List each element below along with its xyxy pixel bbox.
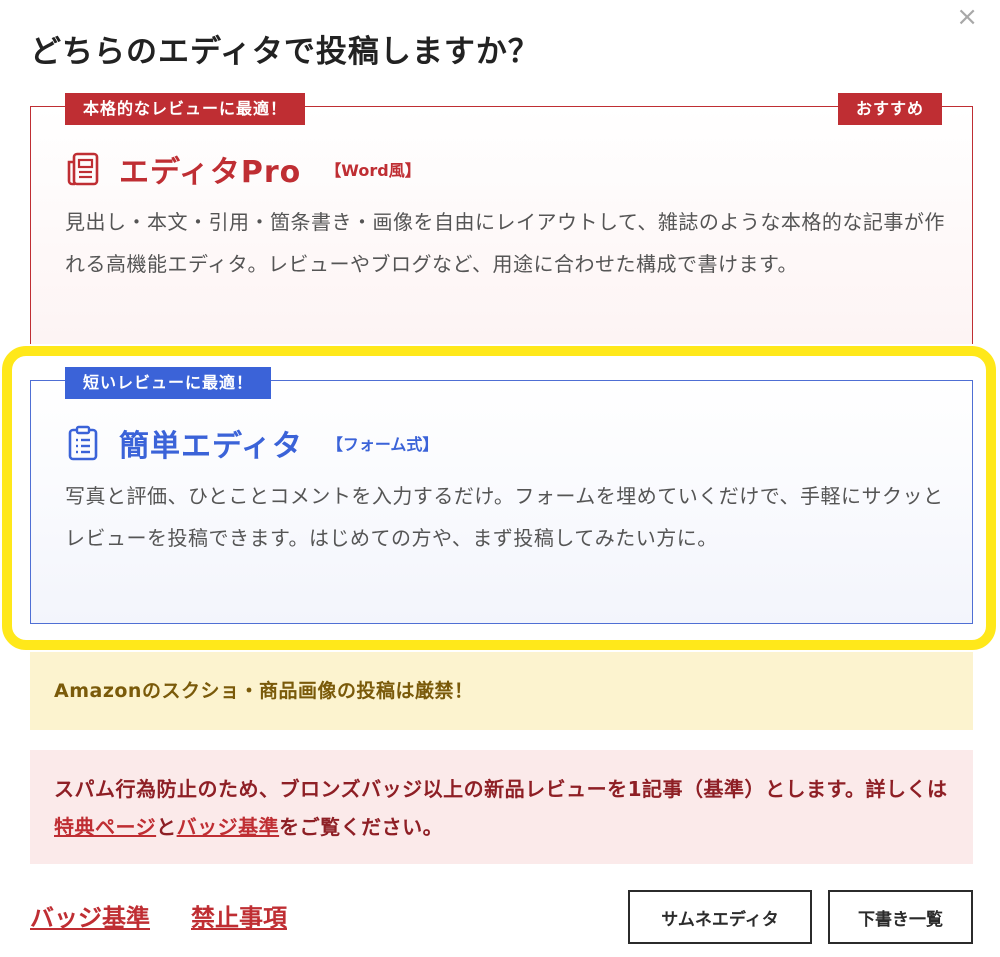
editor-pro-kind: 【Word風】 — [325, 161, 421, 180]
document-icon — [67, 152, 99, 186]
benefits-page-link[interactable]: 特典ページ — [54, 815, 156, 839]
drafts-list-button[interactable]: 下書き一覧 — [828, 890, 973, 944]
badge-criteria-link[interactable]: バッジ基準 — [30, 898, 150, 933]
spam-notice-suffix: をご覧ください。 — [279, 815, 444, 839]
badge-criteria-inline-link[interactable]: バッジ基準 — [177, 815, 280, 839]
thumbnail-editor-button[interactable]: サムネエディタ — [628, 890, 812, 944]
selection-highlight — [2, 346, 996, 650]
spam-prevention-notice: スパム行為防止のため、ブロンズバッジ以上の新品レビューを1記事（基準）とします。… — [30, 750, 973, 864]
editor-pro-option[interactable]: 本格的なレビューに最適！ おすすめ エディタPro 【Word風】 見出し・本文… — [30, 93, 973, 344]
recommended-badge: おすすめ — [837, 93, 942, 125]
spam-notice-text: スパム行為防止のため、ブロンズバッジ以上の新品レビューを1記事（基準）とします。… — [54, 777, 948, 801]
editor-pro-header: エディタPro 【Word風】 — [65, 147, 421, 191]
editor-pro-description: 見出し・本文・引用・箇条書き・画像を自由にレイアウトして、雑誌のような本格的な記… — [65, 210, 945, 276]
best-for-full-reviews-badge: 本格的なレビューに最適！ — [65, 93, 306, 125]
close-button[interactable]: × — [956, 4, 978, 30]
editor-pro-name: エディタPro — [119, 155, 302, 190]
prohibited-items-link[interactable]: 禁止事項 — [191, 898, 287, 933]
spam-notice-joiner: と — [156, 815, 177, 839]
modal-title: どちらのエディタで投稿しますか？ — [30, 34, 540, 70]
amazon-warning-notice: Amazonのスクショ・商品画像の投稿は厳禁！ — [30, 652, 973, 730]
